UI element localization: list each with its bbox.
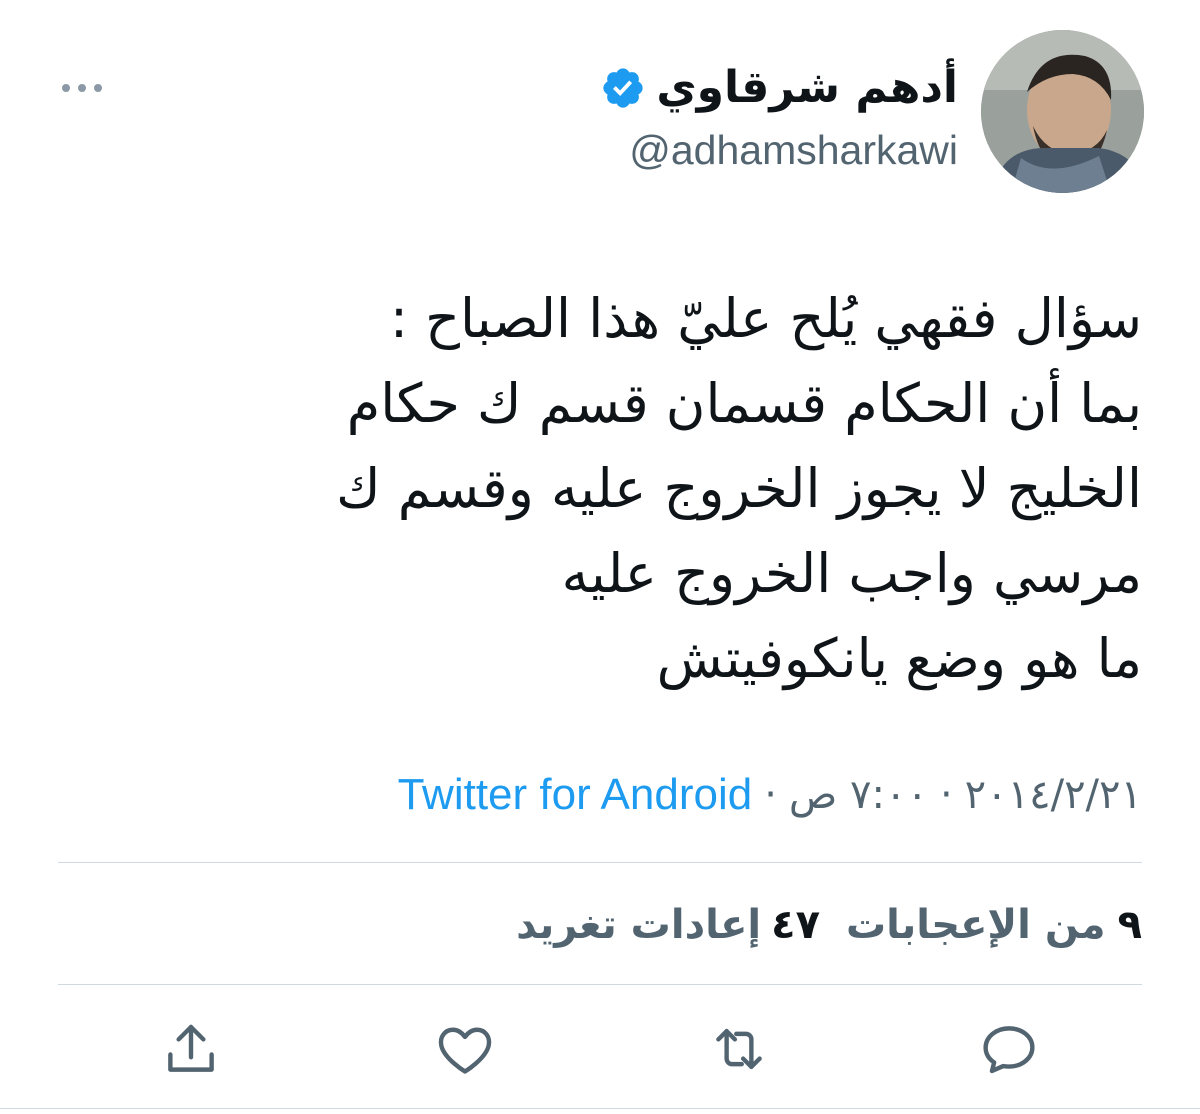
meta-separator: · [764, 772, 777, 818]
tweet-line: بما أن الحكام قسمان قسم ك حكام [346, 372, 1142, 435]
divider [58, 862, 1142, 863]
tweet-line: سؤال فقهي يُلح عليّ هذا الصباح : [389, 287, 1142, 350]
likes-count: ٩ [1117, 902, 1142, 948]
reply-icon[interactable] [976, 1016, 1042, 1082]
retweets-stat[interactable]: ٤٧ إعادات تغريد [516, 902, 820, 948]
tweet-line: الخليج لا يجوز الخروج عليه وقسم ك [336, 457, 1142, 520]
tweet-time[interactable]: ٧:٠٠ ص [789, 772, 928, 818]
share-icon[interactable] [158, 1016, 224, 1082]
author-display-name[interactable]: أدهم شرقاوي [656, 58, 958, 118]
verified-badge-icon [603, 68, 644, 108]
likes-stat[interactable]: ٩ من الإعجابات [846, 902, 1142, 948]
tweet-text: سؤال فقهي يُلح عليّ هذا الصباح : بما أن … [142, 276, 1142, 701]
retweets-label: إعادات تغريد [516, 902, 762, 948]
tweet-stats: ٤٧ إعادات تغريد ٩ من الإعجابات [516, 890, 1142, 960]
bottom-edge [0, 1108, 1200, 1109]
retweet-icon[interactable] [706, 1016, 772, 1082]
tweet-meta: ٢٠١٤/٢/٢١ · ٧:٠٠ ص · Twitter for Android [398, 762, 1142, 828]
author-name-row[interactable]: أدهم شرقاوي [600, 58, 958, 118]
avatar[interactable] [981, 30, 1144, 193]
avatar-photo [981, 30, 1144, 193]
meta-separator: · [939, 772, 953, 818]
tweet-source-link[interactable]: Twitter for Android [398, 770, 753, 820]
tweet-line: مرسي واجب الخروج عليه [561, 542, 1142, 605]
retweets-count: ٤٧ [771, 902, 820, 948]
like-icon[interactable] [432, 1016, 498, 1082]
divider [58, 984, 1142, 985]
more-options-icon[interactable] [58, 76, 106, 100]
tweet-line: ما هو وضع يانكوفيتش [656, 627, 1142, 690]
likes-label: من الإعجابات [845, 902, 1106, 948]
tweet-date[interactable]: ٢٠١٤/٢/٢١ [965, 772, 1142, 818]
author-handle[interactable]: @adhamsharkawi [629, 122, 958, 178]
